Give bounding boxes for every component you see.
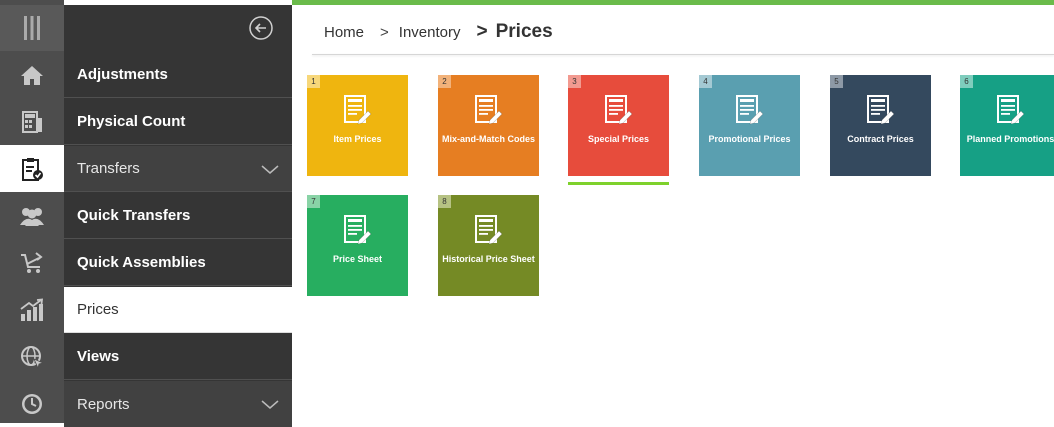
tile-label: Promotional Prices (708, 134, 791, 144)
tile-number: 5 (830, 75, 843, 88)
rail-prices[interactable] (0, 286, 64, 333)
menu-item-views[interactable]: Views (64, 334, 292, 380)
tile-label: Planned Promotions (966, 134, 1054, 144)
price-list-icon (475, 95, 503, 125)
menu-item-label: Prices (77, 301, 119, 318)
menu-item-quick-assemblies[interactable]: Quick Assemblies (64, 240, 292, 286)
price-list-icon (867, 95, 895, 125)
selected-tile-indicator (568, 182, 669, 185)
tile-number: 1 (307, 75, 320, 88)
menu-item-label: Physical Count (77, 113, 186, 130)
rail-reports[interactable] (0, 380, 64, 427)
tile-label: Mix-and-Match Codes (441, 134, 535, 144)
tile-mix-and-match-codes[interactable]: 2 Mix-and-Match Codes (438, 75, 539, 176)
menu-header (64, 5, 292, 51)
menu-item-label: Transfers (77, 160, 140, 177)
tile-number: 7 (307, 195, 320, 208)
price-list-icon (997, 95, 1025, 125)
tile-special-prices[interactable]: 3 Special Prices (568, 75, 669, 176)
menu-item-label: Views (77, 348, 120, 365)
tile-number: 6 (960, 75, 973, 88)
tile-label: Special Prices (587, 134, 650, 144)
price-list-icon (475, 215, 503, 245)
tile-number: 4 (699, 75, 712, 88)
menu-icon (24, 16, 40, 40)
header-divider (312, 54, 1054, 55)
tile-historical-price-sheet[interactable]: 8 Historical Price Sheet (438, 195, 539, 296)
price-list-icon (736, 95, 764, 125)
rail-quick-transfers[interactable] (0, 192, 64, 239)
home-icon (21, 65, 43, 85)
hamburger-button[interactable] (0, 5, 64, 51)
menu-item-label: Adjustments (77, 66, 168, 83)
clock-icon (22, 393, 42, 414)
rail-calculator[interactable] (0, 98, 64, 145)
tile-label: Contract Prices (847, 134, 914, 144)
breadcrumb: Home > Inventory > Prices (324, 18, 553, 46)
cart-icon (21, 251, 43, 273)
tile-label: Item Prices (333, 134, 382, 144)
tile-label: Price Sheet (332, 254, 383, 264)
rail-quick-assemblies[interactable] (0, 239, 64, 286)
price-list-icon (344, 215, 372, 245)
price-list-icon (344, 95, 372, 125)
tile-number: 8 (438, 195, 451, 208)
chevron-down-icon (261, 400, 279, 409)
tile-price-sheet[interactable]: 7 Price Sheet (307, 195, 408, 296)
menu-item-label: Quick Transfers (77, 207, 191, 224)
rail-home[interactable] (0, 51, 64, 98)
tile-number: 2 (438, 75, 451, 88)
collapse-menu-icon[interactable] (249, 16, 273, 40)
menu-item-physical-count[interactable]: Physical Count (64, 99, 292, 145)
side-menu: Adjustments Physical Count Transfers Qui… (64, 5, 292, 427)
menu-item-adjustments[interactable]: Adjustments (64, 52, 292, 98)
menu-item-label: Reports (77, 395, 130, 413)
menu-item-transfers[interactable]: Transfers (64, 146, 292, 192)
tile-item-prices[interactable]: 1 Item Prices (307, 75, 408, 176)
users-icon (20, 207, 44, 226)
tile-planned-promotions[interactable]: 6 Planned Promotions (960, 75, 1054, 176)
chevron-down-icon (261, 164, 279, 174)
price-list-icon (605, 95, 633, 125)
rail-transfers[interactable] (0, 145, 64, 192)
menu-item-label: Quick Assemblies (77, 254, 206, 271)
menu-item-prices[interactable]: Prices (64, 287, 292, 333)
tile-label: Historical Price Sheet (442, 254, 535, 264)
growth-chart-icon (20, 297, 44, 321)
page-title: Prices (495, 21, 553, 42)
menu-item-quick-transfers[interactable]: Quick Transfers (64, 193, 292, 239)
calculator-icon (22, 110, 42, 133)
globe-cursor-icon (21, 345, 44, 369)
breadcrumb-inventory[interactable]: Inventory (399, 24, 461, 41)
icon-rail (0, 0, 64, 423)
tile-contract-prices[interactable]: 5 Contract Prices (830, 75, 931, 176)
top-accent-bar (292, 0, 1054, 5)
tile-promotional-prices[interactable]: 4 Promotional Prices (699, 75, 800, 176)
breadcrumb-home[interactable]: Home (324, 24, 364, 41)
clipboard-check-icon (22, 157, 43, 181)
rail-views[interactable] (0, 333, 64, 380)
menu-item-reports[interactable]: Reports (64, 381, 292, 427)
tile-number: 3 (568, 75, 581, 88)
breadcrumb-separator: > (476, 21, 488, 42)
breadcrumb-separator: > (380, 23, 389, 41)
